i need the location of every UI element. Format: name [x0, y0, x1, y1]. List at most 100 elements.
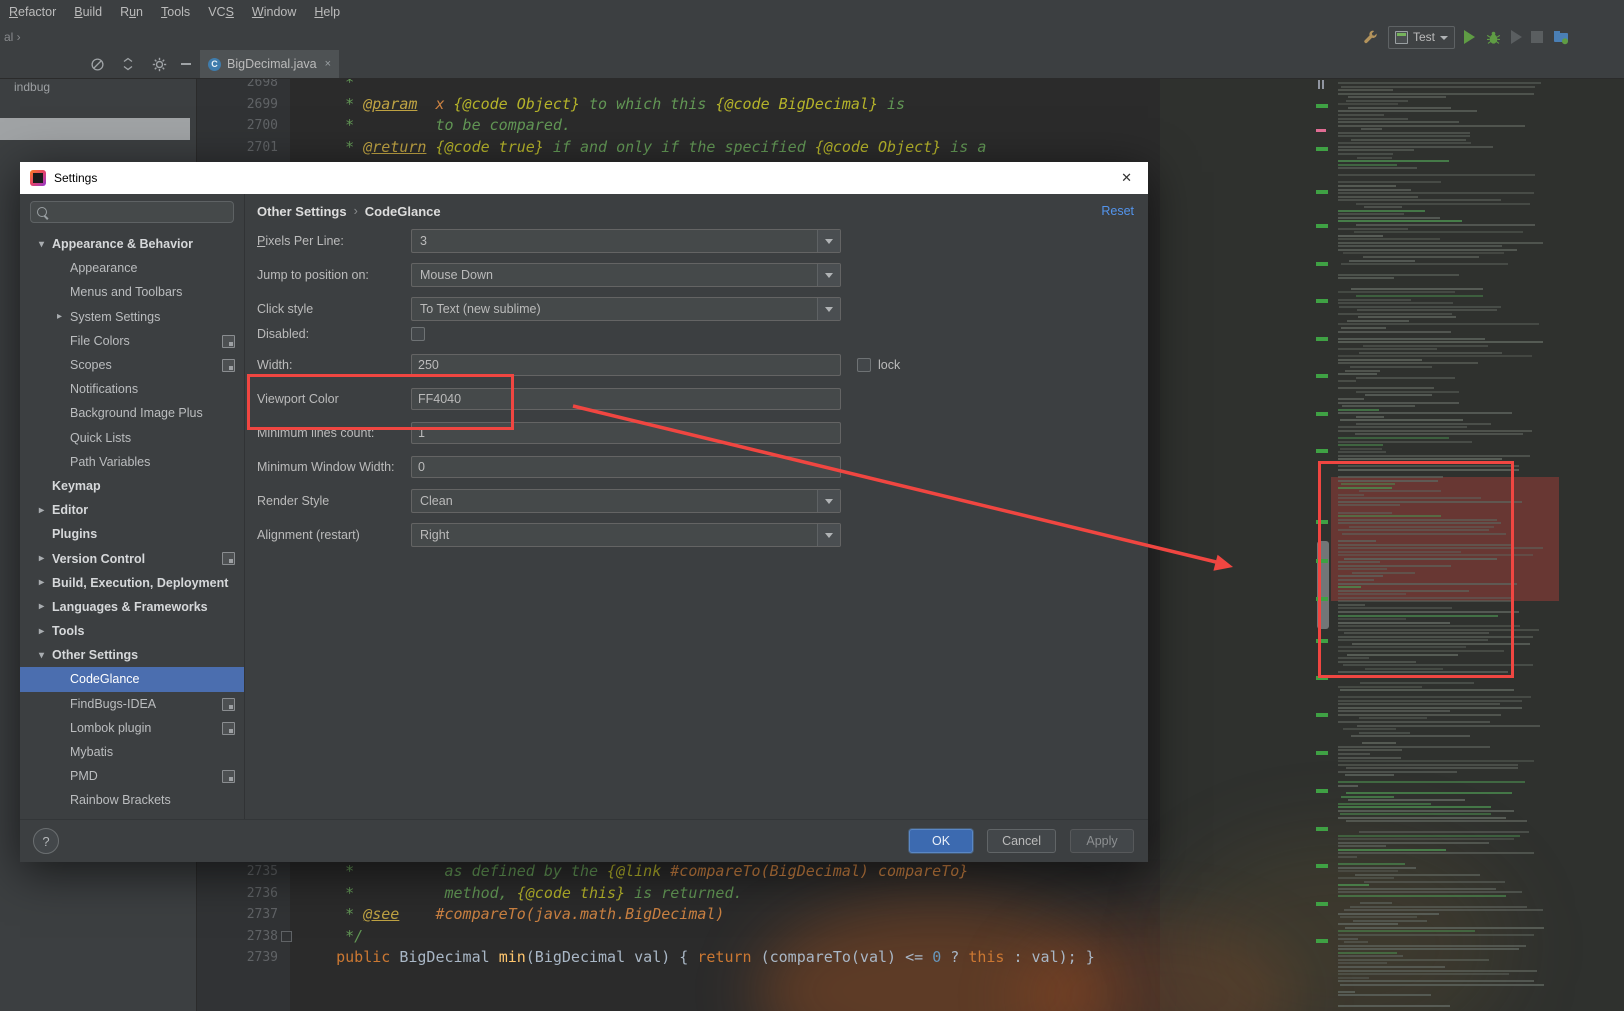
tree-item-scopes[interactable]: Scopes [20, 353, 244, 377]
filter-icon[interactable] [88, 55, 106, 73]
code-token: is returned. [625, 883, 743, 902]
tree-item-notifications[interactable]: Notifications [20, 377, 244, 401]
chevron-down-icon[interactable] [817, 298, 840, 320]
form-row-render-style: Render Style Clean [245, 488, 1148, 514]
minimap-line [1338, 618, 1407, 621]
tree-item-mybatis[interactable]: Mybatis [20, 740, 244, 764]
form-row-jump-to-position-on: Jump to position on: Mouse Down [245, 262, 1148, 288]
tree-arrow-right-icon[interactable]: ▸ [52, 311, 67, 322]
tree-item-tools[interactable]: ▸ Tools [20, 619, 244, 643]
input-width[interactable] [411, 354, 841, 376]
apply-button[interactable]: Apply [1070, 829, 1134, 853]
minimap-line [1338, 848, 1447, 851]
code-token: @see [363, 905, 400, 924]
tree-item-findbugs-idea[interactable]: FindBugs-IDEA [20, 692, 244, 716]
menu-refactor[interactable]: Refactor [0, 0, 65, 24]
tree-arrow-right-icon[interactable]: ▸ [34, 626, 49, 637]
menu-run[interactable]: Run [111, 0, 152, 24]
settings-dialog: Settings ✕ ▾ Appearance & Behavior Appeara… [20, 162, 1148, 862]
minimap-line [1338, 809, 1515, 812]
minimap-line [1338, 220, 1462, 223]
tree-item-menus-and-toolbars[interactable]: Menus and Toolbars [20, 280, 244, 304]
input-viewport-color[interactable] [411, 388, 841, 410]
minimap-line [1340, 326, 1387, 329]
chevron-down-icon[interactable] [817, 230, 840, 252]
minimap-line [1340, 419, 1464, 422]
select-render-style[interactable]: Clean [411, 489, 841, 513]
minimap-line [1338, 323, 1539, 326]
codeglance-minimap[interactable] [1312, 78, 1560, 1011]
settings-search[interactable] [30, 201, 234, 223]
chevron-down-icon[interactable] [817, 264, 840, 286]
help-button[interactable]: ? [33, 828, 59, 854]
tree-arrow-right-icon[interactable]: ▸ [34, 577, 49, 588]
chevron-down-icon[interactable] [817, 490, 840, 512]
per-project-config-icon [222, 358, 235, 372]
run-with-coverage-button[interactable] [1511, 30, 1522, 44]
checkbox-disabled[interactable] [411, 327, 425, 341]
menu-build[interactable]: Build [65, 0, 111, 24]
tree-item-codeglance[interactable]: CodeGlance [20, 667, 244, 692]
tree-item-languages-frameworks[interactable]: ▸ Languages & Frameworks [20, 595, 244, 619]
stop-button[interactable] [1531, 31, 1543, 43]
tree-item-quick-lists[interactable]: Quick Lists [20, 426, 244, 450]
minimap-line [1338, 855, 1357, 858]
reset-link[interactable]: Reset [1101, 204, 1134, 218]
select-alignment-restart[interactable]: Right [411, 523, 841, 547]
input-minimum-window-width[interactable] [411, 456, 841, 478]
tree-item-path-variables[interactable]: Path Variables [20, 450, 244, 474]
tree-arrow-right-icon[interactable]: ▸ [34, 553, 49, 564]
tree-arrow-right-icon[interactable]: ▸ [34, 505, 49, 516]
close-icon[interactable]: ✕ [1115, 170, 1138, 186]
tree-item-appearance[interactable]: Appearance [20, 256, 244, 280]
close-tab-icon[interactable]: × [325, 58, 331, 70]
project-structure-icon[interactable] [1552, 28, 1570, 46]
vcs-change-mark [1316, 827, 1328, 831]
debug-button[interactable] [1484, 28, 1502, 46]
menu-tools[interactable]: Tools [152, 0, 199, 24]
editor-tab[interactable]: C BigDecimal.java × [200, 50, 340, 78]
vcs-change-mark [1316, 190, 1328, 194]
menu-vcs[interactable]: VCS [199, 0, 243, 24]
tree-item-lombok-plugin[interactable]: Lombok plugin [20, 716, 244, 740]
checkbox-lock[interactable] [857, 358, 871, 372]
tree-item-pmd[interactable]: PMD [20, 764, 244, 788]
tree-arrow-right-icon[interactable]: ▸ [34, 601, 49, 612]
tree-item-background-image-plus[interactable]: Background Image Plus [20, 401, 244, 425]
minimap-line [1338, 710, 1450, 713]
gear-icon[interactable] [150, 55, 168, 73]
tree-item-system-settings[interactable]: ▸ System Settings [20, 305, 244, 329]
run-button[interactable] [1464, 30, 1475, 44]
ok-button[interactable]: OK [909, 829, 974, 853]
tool-window-selected-row[interactable] [0, 118, 190, 140]
tree-arrow-down-icon[interactable]: ▾ [34, 239, 49, 250]
run-config-selector[interactable]: Test [1387, 25, 1455, 49]
collapse-all-icon[interactable] [119, 55, 137, 73]
chevron-down-icon[interactable] [817, 524, 840, 546]
fold-marker[interactable] [281, 931, 292, 942]
settings-search-input[interactable] [52, 204, 227, 220]
tree-item-plugins[interactable]: Plugins [20, 522, 244, 546]
code-token: if and only if the specified [543, 137, 815, 156]
select-pixels-per-line[interactable]: 3 [411, 229, 841, 253]
cancel-button[interactable]: Cancel [987, 829, 1056, 853]
select-click-style[interactable]: To Text (new sublime) [411, 297, 841, 321]
menu-window[interactable]: Window [243, 0, 305, 24]
tree-item-appearance-behavior[interactable]: ▾ Appearance & Behavior [20, 232, 244, 256]
input-minimum-lines-count[interactable] [411, 422, 841, 444]
tree-item-keymap[interactable]: Keymap [20, 474, 244, 498]
menu-help[interactable]: Help [305, 0, 349, 24]
tree-item-editor[interactable]: ▸ Editor [20, 498, 244, 522]
minimap-line [1344, 941, 1368, 944]
select-jump-to-position-on[interactable]: Mouse Down [411, 263, 841, 287]
scrollbar-thumb[interactable] [1317, 541, 1329, 629]
tree-item-file-colors[interactable]: File Colors [20, 329, 244, 353]
tree-item-version-control[interactable]: ▸ Version Control [20, 546, 244, 570]
pause-icon[interactable] [1318, 80, 1324, 89]
hide-tool-window-icon[interactable] [181, 63, 191, 65]
tree-item-build-execution-deployment[interactable]: ▸ Build, Execution, Deployment [20, 571, 244, 595]
wrench-icon[interactable] [1361, 28, 1379, 46]
tree-item-rainbow-brackets[interactable]: Rainbow Brackets [20, 788, 244, 812]
tree-arrow-down-icon[interactable]: ▾ [34, 650, 49, 661]
tree-item-other-settings[interactable]: ▾ Other Settings [20, 643, 244, 667]
